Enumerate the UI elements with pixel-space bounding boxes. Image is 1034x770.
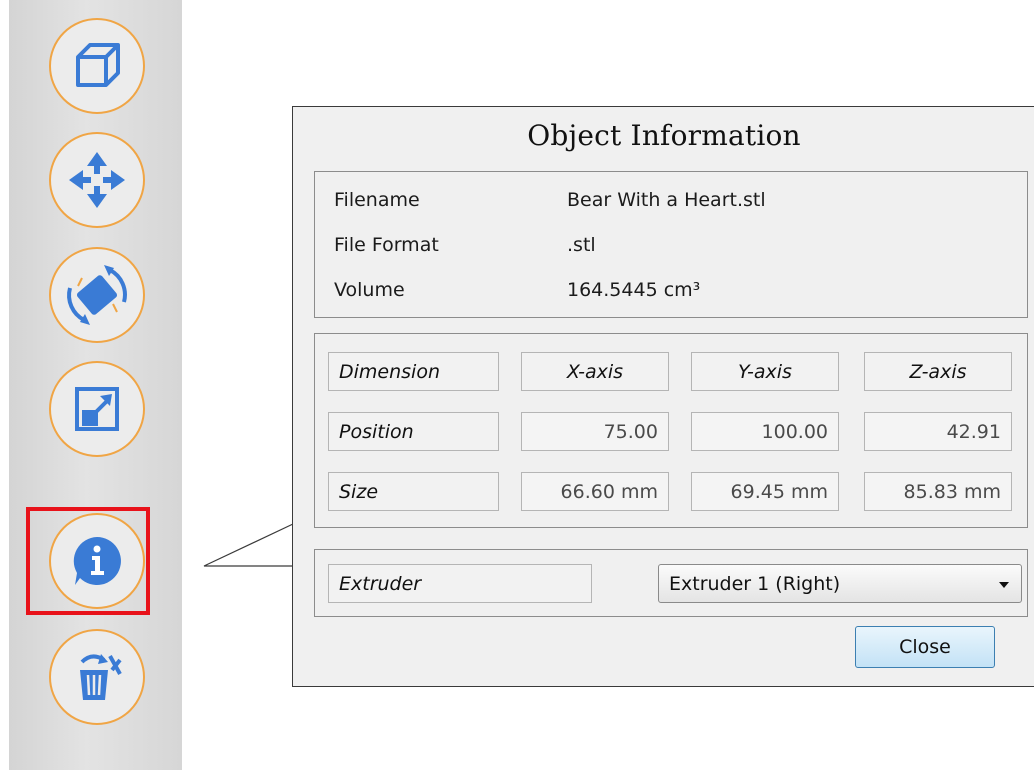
position-y-field: 100.00: [691, 412, 839, 451]
file-format-value: .stl: [567, 234, 596, 256]
position-z-field: 42.91: [864, 412, 1012, 451]
scale-tool-button[interactable]: [49, 361, 145, 457]
size-y-field: 69.45 mm: [691, 472, 839, 511]
position-x-field: 75.00: [521, 412, 669, 451]
object-information-dialog: Object Information Filename Bear With a …: [292, 106, 1034, 687]
close-button[interactable]: Close: [855, 626, 995, 668]
size-label: Size: [328, 472, 499, 511]
extruder-selected-value: Extruder 1 (Right): [669, 572, 841, 595]
extruder-label: Extruder: [328, 564, 592, 603]
file-info-panel: Filename Bear With a Heart.stl File Form…: [314, 171, 1028, 318]
dialog-title: Object Information: [527, 119, 801, 152]
cube-tool-button[interactable]: [49, 18, 145, 114]
rotate-icon: [67, 265, 127, 325]
cube-icon: [76, 43, 120, 87]
z-axis-header: Z-axis: [864, 352, 1012, 391]
position-label: Position: [328, 412, 499, 451]
dimensions-panel: Dimension X-axis Y-axis Z-axis Position …: [314, 333, 1028, 528]
filename-label: Filename: [334, 189, 420, 211]
dimension-header: Dimension: [328, 352, 499, 391]
size-x-field: 66.60 mm: [521, 472, 669, 511]
extruder-panel: Extruder Extruder 1 (Right): [314, 549, 1028, 617]
delete-tool-button[interactable]: [49, 629, 145, 725]
chevron-down-icon: [999, 582, 1009, 588]
rotate-tool-button[interactable]: [49, 247, 145, 343]
file-format-label: File Format: [334, 234, 439, 256]
size-z-field: 85.83 mm: [864, 472, 1012, 511]
volume-label: Volume: [334, 279, 405, 301]
extruder-select[interactable]: Extruder 1 (Right): [658, 564, 1022, 603]
y-axis-header: Y-axis: [691, 352, 839, 391]
volume-value: 164.5445 cm³: [567, 279, 701, 301]
move-tool-button[interactable]: [49, 132, 145, 228]
selected-tool-highlight: [26, 507, 150, 615]
trash-icon: [80, 654, 122, 700]
x-axis-header: X-axis: [521, 352, 669, 391]
left-toolbar: [9, 0, 182, 770]
filename-value: Bear With a Heart.stl: [567, 189, 766, 211]
scale-icon: [75, 387, 119, 431]
move-arrows-icon: [69, 152, 125, 208]
